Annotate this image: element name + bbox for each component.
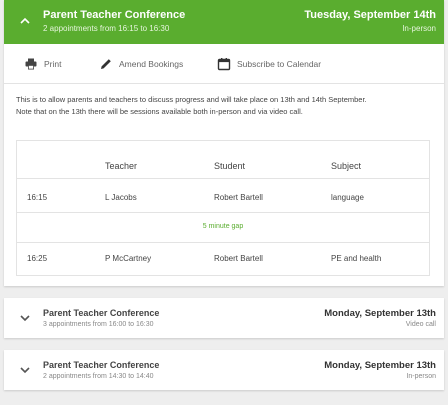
subscribe-label: Subscribe to Calendar: [237, 59, 322, 69]
card-subtitle: 3 appointments from 16:00 to 16:30: [43, 321, 154, 328]
chevron-down-icon[interactable]: [18, 363, 32, 377]
row-student: Robert Bartell: [214, 193, 263, 202]
amend-bookings-button[interactable]: Amend Bookings: [99, 56, 183, 72]
card-date: Monday, September 13th: [324, 308, 436, 319]
divider: [17, 242, 429, 243]
gap-label: 5 minute gap: [202, 223, 244, 230]
row-time: 16:25: [27, 254, 48, 263]
card-mode: In-person: [402, 24, 436, 33]
card-title: Parent Teacher Conference: [43, 308, 160, 318]
card-date: Tuesday, September 14th: [304, 9, 436, 21]
pencil-icon: [99, 57, 113, 71]
card-mode: Video call: [405, 321, 436, 328]
row-time: 16:15: [27, 193, 48, 202]
conference-card-collapsed[interactable]: Parent Teacher Conference 2 appointments…: [4, 350, 444, 390]
row-teacher: L Jacobs: [105, 193, 137, 202]
header-teacher: Teacher: [105, 161, 138, 171]
card-date: Monday, September 13th: [324, 360, 436, 371]
card-title: Parent Teacher Conference: [43, 360, 160, 370]
header-subject: Subject: [331, 161, 362, 171]
printer-icon: [24, 57, 38, 71]
print-button[interactable]: Print: [24, 56, 61, 72]
row-subject: PE and health: [331, 254, 382, 263]
subscribe-calendar-button[interactable]: Subscribe to Calendar: [217, 56, 321, 72]
card-subtitle: 2 appointments from 16:15 to 16:30: [43, 24, 170, 33]
card-mode: In-person: [406, 373, 436, 380]
conference-card-collapsed[interactable]: Parent Teacher Conference 3 appointments…: [4, 298, 444, 338]
row-subject: language: [331, 193, 364, 202]
description-line: This is to allow parents and teachers to…: [16, 95, 367, 104]
row-teacher: P McCartney: [105, 254, 152, 263]
chevron-up-icon[interactable]: [18, 14, 32, 28]
conference-card-expanded: Parent Teacher Conference 2 appointments…: [4, 0, 444, 286]
card-toolbar: Print Amend Bookings Subscribe to Calend…: [4, 44, 444, 84]
amend-label: Amend Bookings: [119, 59, 184, 69]
card-subtitle: 2 appointments from 14:30 to 14:40: [43, 373, 154, 380]
header-student: Student: [214, 161, 246, 171]
calendar-icon: [217, 57, 231, 71]
description-line: Note that on the 13th there will be sess…: [16, 107, 303, 116]
event-description: This is to allow parents and teachers to…: [16, 94, 446, 118]
divider: [17, 178, 429, 179]
appointments-table: Teacher Student Subject 16:15 L Jacobs R…: [16, 140, 430, 276]
print-label: Print: [44, 59, 62, 69]
card-header[interactable]: Parent Teacher Conference 2 appointments…: [4, 0, 444, 44]
card-title: Parent Teacher Conference: [43, 9, 186, 21]
row-student: Robert Bartell: [214, 254, 263, 263]
chevron-down-icon[interactable]: [18, 311, 32, 325]
divider: [17, 212, 429, 213]
